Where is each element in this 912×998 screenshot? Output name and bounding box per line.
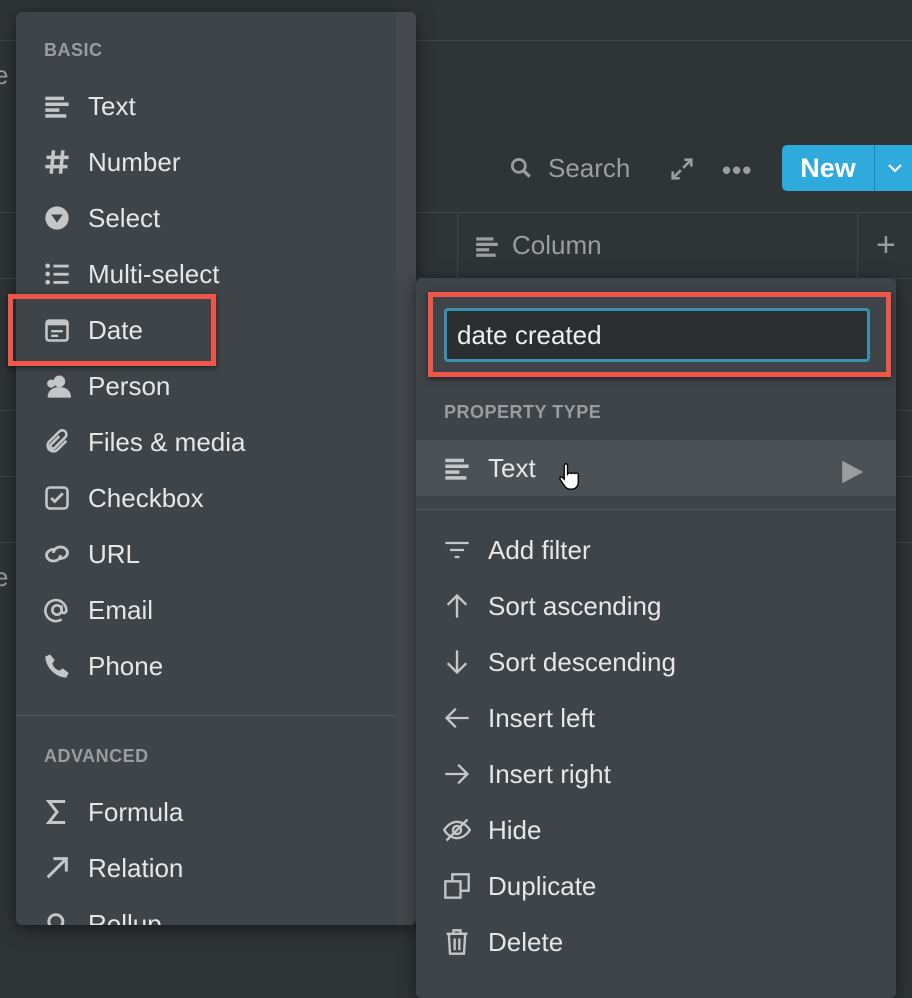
menu-item-label: Phone bbox=[88, 650, 164, 681]
text-icon bbox=[476, 236, 498, 257]
search-label: Search bbox=[548, 152, 631, 183]
duplicate-icon bbox=[442, 871, 472, 901]
menu-item-checkbox[interactable]: Checkbox bbox=[16, 470, 416, 526]
partial-text: e bbox=[0, 60, 9, 90]
menu-item-label: URL bbox=[88, 538, 141, 569]
menu-item-label: Sort ascending bbox=[488, 590, 662, 621]
menu-item-delete[interactable]: Delete bbox=[416, 914, 896, 970]
menu-item-label: Hide bbox=[488, 814, 542, 845]
trash-icon bbox=[442, 927, 472, 957]
menu-item-label: Formula bbox=[88, 796, 184, 827]
menu-item-label: Files & media bbox=[88, 426, 246, 457]
section-basic: BASIC bbox=[44, 40, 103, 60]
arrow-left-icon bbox=[442, 703, 472, 733]
menu-item-label: Rollup bbox=[88, 908, 162, 926]
menu-item-relation[interactable]: Relation bbox=[16, 840, 416, 896]
menu-item-label: Delete bbox=[488, 926, 564, 957]
column-divider bbox=[857, 212, 858, 278]
at-icon bbox=[42, 595, 72, 625]
menu-item-insert-right[interactable]: Insert right bbox=[416, 746, 896, 802]
current-type-label: Text bbox=[488, 452, 536, 483]
eye-off-icon bbox=[442, 815, 472, 845]
select-icon bbox=[42, 203, 72, 233]
hand-cursor-icon bbox=[559, 462, 579, 490]
menu-item-sort-ascending[interactable]: Sort ascending bbox=[416, 578, 896, 634]
divider bbox=[416, 509, 896, 510]
menu-item-label: Duplicate bbox=[488, 870, 597, 901]
add-column-icon[interactable]: + bbox=[876, 226, 896, 265]
arrow-right-icon bbox=[442, 759, 472, 789]
menu-item-label: Person bbox=[88, 370, 171, 401]
menu-item-duplicate[interactable]: Duplicate bbox=[416, 858, 896, 914]
person-icon bbox=[42, 371, 72, 401]
text-icon bbox=[442, 453, 472, 483]
chevron-down-icon[interactable] bbox=[885, 158, 905, 178]
arrow-up-icon bbox=[442, 591, 472, 621]
section-property-type: PROPERTY TYPE bbox=[444, 402, 602, 422]
column-header[interactable]: Column bbox=[474, 230, 602, 261]
highlight-name-input bbox=[428, 292, 891, 377]
menu-item-add-filter[interactable]: Add filter bbox=[416, 522, 896, 578]
new-label: New bbox=[800, 152, 856, 183]
menu-item-number[interactable]: Number bbox=[16, 134, 416, 190]
property-type-selector[interactable]: Text bbox=[416, 440, 896, 496]
menu-item-label: Email bbox=[88, 594, 154, 625]
arrow-up-right-icon bbox=[42, 853, 72, 883]
arrow-down-icon bbox=[442, 647, 472, 677]
divider bbox=[16, 715, 396, 716]
menu-item-files-media[interactable]: Files & media bbox=[16, 414, 416, 470]
menu-item-insert-left[interactable]: Insert left bbox=[416, 690, 896, 746]
menu-item-label: Relation bbox=[88, 852, 184, 883]
new-button[interactable]: New bbox=[782, 145, 912, 191]
property-type-menu: BASIC Text Number Select Multi-select Date Pe… bbox=[16, 12, 416, 925]
menu-item-label: Insert left bbox=[488, 702, 595, 733]
menu-item-label: Select bbox=[88, 202, 161, 233]
sigma-icon bbox=[42, 797, 72, 827]
property-menu: PROPERTY TYPE Text Add filter Sort ascend… bbox=[416, 278, 896, 998]
menu-item-label: Text bbox=[88, 90, 136, 121]
menu-item-label: Insert right bbox=[488, 758, 611, 789]
filter-icon bbox=[442, 535, 472, 565]
paperclip-icon bbox=[42, 427, 72, 457]
more-options-icon[interactable]: ••• bbox=[722, 155, 752, 186]
partial-text: e bbox=[0, 562, 9, 592]
checkbox-icon bbox=[42, 483, 72, 513]
menu-item-label: Add filter bbox=[488, 534, 591, 565]
triangle-right-icon bbox=[842, 460, 864, 484]
phone-icon bbox=[42, 651, 72, 681]
menu-item-label: Sort descending bbox=[488, 646, 676, 677]
section-advanced: ADVANCED bbox=[44, 746, 149, 766]
menu-item-phone[interactable]: Phone bbox=[16, 638, 416, 694]
multi-select-icon bbox=[42, 259, 72, 289]
menu-item-label: Multi-select bbox=[88, 258, 220, 289]
menu-item-label: Number bbox=[88, 146, 181, 177]
text-icon bbox=[42, 91, 72, 121]
menu-item-hide[interactable]: Hide bbox=[416, 802, 896, 858]
column-divider bbox=[457, 212, 458, 278]
menu-item-formula[interactable]: Formula bbox=[16, 784, 416, 840]
menu-item-sort-descending[interactable]: Sort descending bbox=[416, 634, 896, 690]
menu-item-select[interactable]: Select bbox=[16, 190, 416, 246]
menu-item-label: Checkbox bbox=[88, 482, 204, 513]
menu-item-person[interactable]: Person bbox=[16, 358, 416, 414]
menu-item-rollup[interactable]: Rollup bbox=[16, 896, 416, 925]
number-icon bbox=[42, 147, 72, 177]
menu-item-text[interactable]: Text bbox=[16, 78, 416, 134]
expand-icon[interactable] bbox=[668, 155, 696, 183]
link-icon bbox=[42, 539, 72, 569]
search-icon bbox=[42, 909, 72, 925]
search-button[interactable]: Search bbox=[508, 150, 630, 186]
search-icon bbox=[510, 157, 531, 178]
highlight-date bbox=[8, 294, 216, 366]
column-header-label: Column bbox=[512, 230, 602, 260]
menu-item-email[interactable]: Email bbox=[16, 582, 416, 638]
menu-item-url[interactable]: URL bbox=[16, 526, 416, 582]
